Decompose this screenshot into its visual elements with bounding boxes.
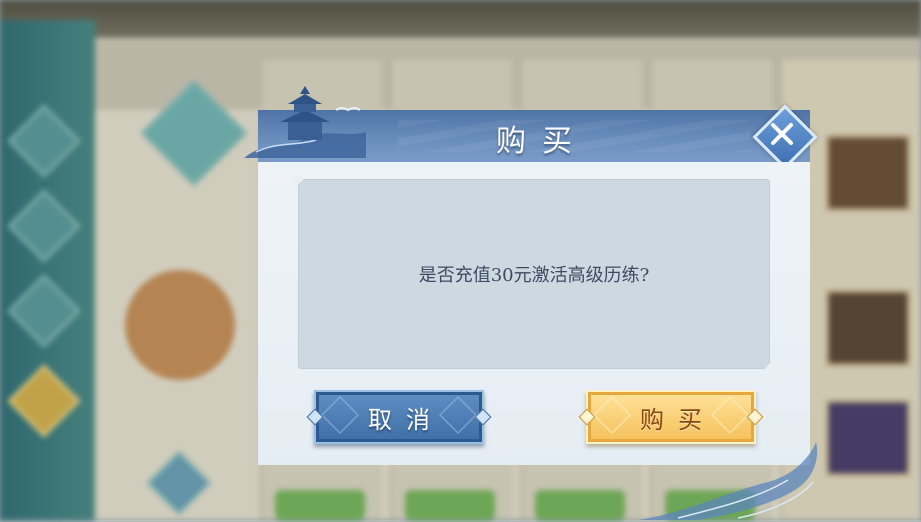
corner-ornament-icon — [438, 395, 478, 435]
close-button[interactable] — [752, 104, 818, 170]
close-icon — [771, 123, 793, 145]
wave-decoration-icon — [638, 442, 818, 520]
corner-ornament-icon — [592, 395, 632, 435]
cancel-button[interactable]: 取消 — [306, 390, 492, 444]
dialog-body: 是否充值30元激活高级历练? 取消 购买 — [258, 162, 818, 520]
cancel-button-label: 取消 — [368, 405, 444, 434]
dialog-title: 购买 — [496, 124, 588, 159]
purchase-dialog: 购买 是否充值30元激活高级历练? 取消 购买 — [244, 86, 818, 520]
confirm-message: 是否充值30元激活高级历练? — [418, 265, 650, 286]
dialog-header: 购买 — [244, 86, 810, 162]
corner-ornament-icon — [320, 395, 360, 435]
message-box: 是否充值30元激活高级历练? — [298, 179, 770, 369]
